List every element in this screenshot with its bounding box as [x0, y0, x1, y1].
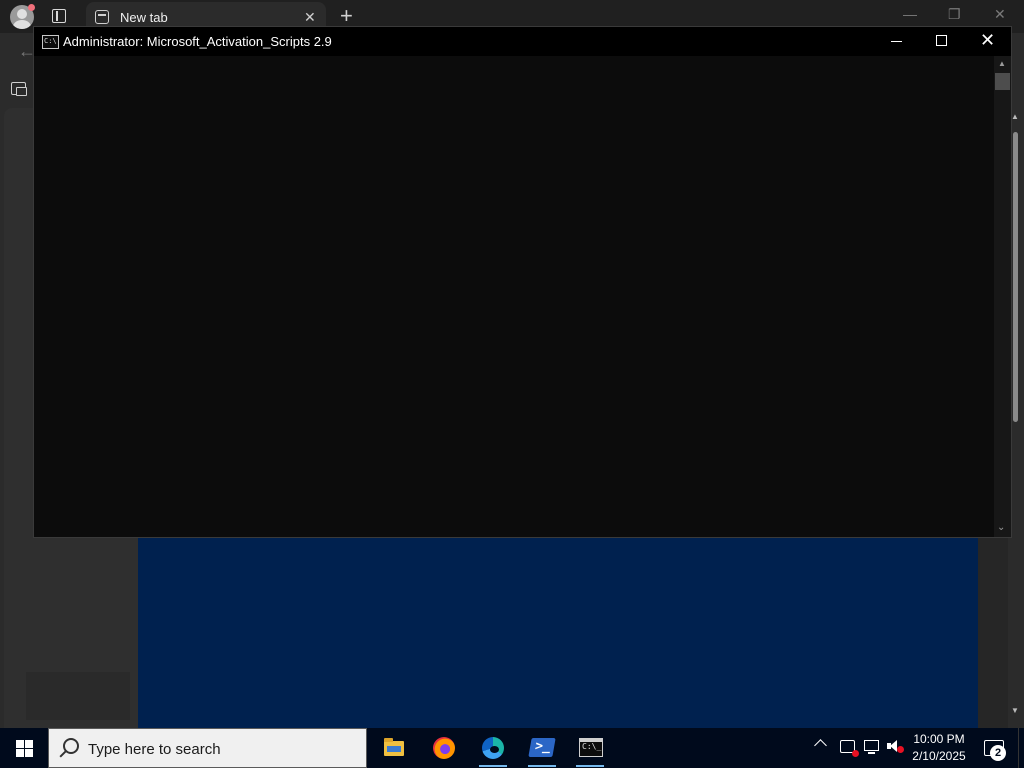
avatar-head — [17, 9, 27, 19]
taskbar-powershell[interactable]: >_ — [518, 728, 566, 768]
windows-logo-icon — [16, 740, 24, 748]
network-icon-base — [868, 752, 875, 754]
console-scroll-up-icon[interactable]: ▲ — [998, 59, 1006, 68]
network-icon-screen — [864, 740, 879, 751]
browser-restore-button[interactable]: ❐ — [948, 6, 961, 23]
browser-close-button[interactable]: ✕ — [994, 6, 1006, 23]
firefox-icon — [433, 737, 455, 759]
taskbar-file-explorer[interactable] — [370, 728, 418, 768]
console-scroll-down-icon[interactable]: ⌄ — [997, 522, 1005, 533]
taskbar-edge[interactable] — [469, 728, 517, 768]
clock-date: 2/10/2025 — [912, 749, 966, 763]
page-background-area — [138, 536, 978, 728]
running-indicator — [479, 765, 507, 767]
browser-minimize-button[interactable]: — — [903, 6, 917, 22]
cmd-icon: C:\_ — [579, 738, 603, 757]
security-alert-icon[interactable] — [840, 740, 859, 757]
new-tab-button[interactable]: + — [340, 3, 353, 29]
show-hidden-icons-chevron-icon[interactable] — [814, 739, 827, 752]
profile-notification-dot — [28, 4, 35, 11]
show-desktop-button[interactable] — [1018, 728, 1024, 768]
console-scrollbar[interactable]: ▲ ⌄ — [994, 56, 1011, 537]
console-close-button[interactable]: ✕ — [980, 30, 995, 51]
page-scrollbar-thumb[interactable] — [1013, 132, 1018, 422]
tab-actions-bar — [56, 11, 58, 21]
console-titlebar[interactable]: C:\ Administrator: Microsoft_Activation_… — [34, 27, 1011, 56]
page-left-card — [26, 672, 130, 720]
edge-icon — [482, 737, 504, 759]
start-button[interactable] — [16, 740, 33, 757]
collections-icon[interactable] — [11, 80, 27, 96]
notification-count-badge: 2 — [990, 745, 1006, 761]
volume-icon-cone — [890, 740, 897, 752]
running-indicator — [528, 765, 556, 767]
console-minimize-button[interactable] — [891, 41, 902, 42]
windows-logo-icon — [16, 749, 24, 757]
console-maximize-button[interactable] — [936, 35, 947, 46]
console-app-icon: C:\ — [42, 35, 59, 49]
taskbar: Type here to search >_ C:\_ 10:00 PM 2/1… — [0, 728, 1024, 768]
taskbar-command-prompt[interactable]: C:\_ — [566, 728, 614, 768]
tab-actions-frame — [52, 9, 66, 23]
scroll-up-icon[interactable]: ▲ — [1011, 112, 1019, 121]
windows-logo-icon — [25, 749, 33, 757]
tab-title: New tab — [120, 10, 168, 25]
search-placeholder: Type here to search — [88, 741, 221, 758]
network-icon[interactable] — [864, 740, 880, 754]
new-tab-favicon-icon — [95, 10, 109, 24]
folder-icon — [384, 738, 404, 756]
powershell-icon: >_ — [528, 738, 556, 757]
windows-logo-icon — [25, 740, 33, 748]
taskbar-clock[interactable]: 10:00 PM 2/10/2025 — [903, 731, 975, 765]
collections-icon-front — [16, 87, 27, 96]
console-title: Administrator: Microsoft_Activation_Scri… — [63, 34, 332, 49]
running-indicator — [576, 765, 604, 767]
taskbar-search-box[interactable]: Type here to search — [48, 728, 367, 768]
console-scrollbar-thumb[interactable] — [995, 73, 1010, 90]
search-icon-handle — [59, 750, 67, 758]
console-output-area[interactable] — [34, 56, 994, 537]
taskbar-firefox[interactable] — [420, 728, 468, 768]
volume-muted-icon[interactable] — [887, 740, 904, 754]
clock-time: 10:00 PM — [913, 732, 965, 746]
tab-actions-icon[interactable] — [52, 9, 66, 23]
scroll-down-icon[interactable]: ▼ — [1011, 706, 1019, 715]
avatar-body — [13, 20, 31, 29]
console-app-icon-text: C:\ — [44, 37, 57, 45]
console-window: C:\ Administrator: Microsoft_Activation_… — [34, 27, 1011, 537]
tab-close-icon[interactable]: ✕ — [304, 9, 316, 26]
